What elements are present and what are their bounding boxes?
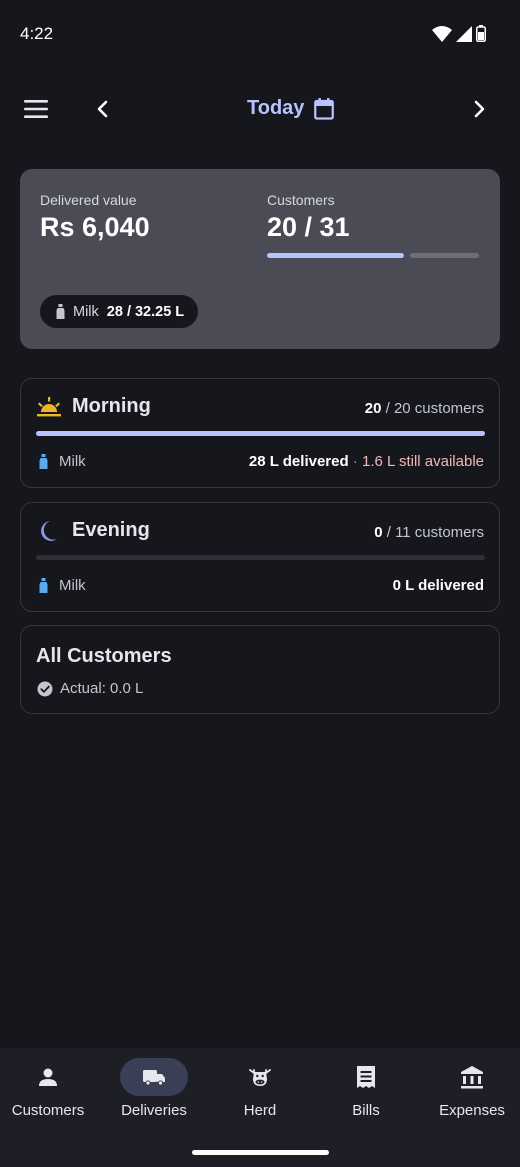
evening-count-done: 0: [374, 524, 383, 541]
home-gesture-handle[interactable]: [192, 1150, 329, 1155]
nav-herd[interactable]: Herd: [208, 1058, 312, 1138]
nav-deliveries[interactable]: Deliveries: [102, 1058, 206, 1138]
actual-volume: Actual: 0.0 L: [60, 680, 144, 697]
status-time: 4:22: [20, 24, 54, 43]
delivered-value-label: Delivered value: [40, 192, 137, 208]
customers-progress-remaining: [410, 253, 479, 258]
evening-product-name: Milk: [59, 577, 86, 594]
morning-shift-header: Morning: [36, 395, 151, 418]
moon-icon: [41, 520, 57, 541]
morning-count-done: 20: [364, 400, 382, 417]
customers-label: Customers: [267, 192, 335, 208]
morning-product-name: Milk: [59, 453, 86, 470]
all-customers-actual: Actual: 0.0 L: [37, 680, 143, 697]
all-customers-title: All Customers: [36, 645, 172, 667]
evening-delivered-amount: 0 L delivered: [392, 577, 484, 594]
cell-signal-icon: [456, 25, 472, 42]
evening-customer-count: 0 / 11 customers: [374, 524, 484, 541]
delivered-value: Rs 6,040: [40, 212, 150, 242]
wifi-icon: [432, 25, 452, 42]
chevron-left-icon: [97, 100, 108, 118]
menu-button[interactable]: [14, 87, 58, 131]
status-bar: 4:22: [0, 0, 520, 66]
chevron-right-icon: [474, 100, 485, 118]
morning-count-total: / 20 customers: [381, 400, 484, 417]
daily-summary-card: Delivered value Rs 6,040 Customers 20 / …: [20, 169, 500, 349]
hamburger-menu-icon: [24, 100, 48, 118]
milk-total-chip: Milk 28 / 32.25 L: [40, 295, 199, 328]
customers-progress-bar: [267, 253, 479, 258]
morning-progress-fill: [36, 431, 485, 436]
morning-available-amount: 1.6 L still available: [361, 453, 484, 470]
customers-value: 20 / 31: [267, 212, 350, 242]
previous-day-button[interactable]: [80, 87, 124, 131]
morning-separator: ·: [348, 453, 362, 470]
evening-shift-header: Evening: [36, 519, 150, 542]
morning-delivery-status: 28 L delivered · 1.6 L still available: [249, 453, 484, 470]
evening-count-total: / 11 customers: [382, 524, 484, 541]
milk-bottle-icon: [39, 454, 48, 469]
truck-icon: [143, 1070, 165, 1086]
morning-customer-count: 20 / 20 customers: [365, 400, 484, 417]
morning-progress-bar: [36, 431, 485, 436]
date-title: Today: [247, 97, 305, 119]
person-icon: [39, 1068, 57, 1086]
evening-product-row: Milk: [39, 577, 86, 594]
morning-shift-title: Morning: [72, 395, 151, 417]
all-customers-card[interactable]: All Customers Actual: 0.0 L: [20, 625, 500, 714]
next-day-button[interactable]: [458, 87, 502, 131]
milk-chip-value: 28 / 32.25 L: [106, 303, 185, 320]
status-icons: [432, 25, 486, 42]
calendar-icon: [314, 97, 335, 120]
morning-delivered-amount: 28 L delivered: [248, 453, 349, 470]
receipt-icon: [357, 1066, 375, 1088]
date-selector[interactable]: Today: [247, 97, 335, 120]
bank-icon: [461, 1066, 483, 1089]
deliveries-screen: 4:22 Today Delivered value Rs 6,040 Cust…: [0, 0, 520, 1167]
milk-chip-label: Milk: [73, 303, 99, 320]
nav-expenses[interactable]: Expenses: [420, 1058, 520, 1138]
customers-progress-fill: [267, 253, 404, 258]
nav-customers[interactable]: Customers: [0, 1058, 100, 1138]
nav-bills[interactable]: Bills: [314, 1058, 418, 1138]
battery-icon: [476, 25, 486, 42]
sunrise-icon: [37, 396, 61, 416]
top-app-bar: Today: [0, 80, 520, 138]
cow-icon: [249, 1069, 271, 1086]
morning-shift-card[interactable]: Morning 20 / 20 customers Milk 28 L deli…: [20, 378, 500, 488]
check-circle-icon: [37, 681, 53, 696]
evening-delivery-status: 0 L delivered: [393, 577, 484, 594]
morning-product-row: Milk: [39, 453, 86, 470]
evening-shift-card[interactable]: Evening 0 / 11 customers Milk 0 L delive…: [20, 502, 500, 612]
evening-progress-bar: [36, 555, 485, 560]
nav-expenses-label: Expenses: [439, 1102, 505, 1119]
evening-shift-title: Evening: [72, 519, 150, 541]
milk-bottle-icon: [56, 304, 65, 319]
milk-bottle-icon: [39, 578, 48, 593]
